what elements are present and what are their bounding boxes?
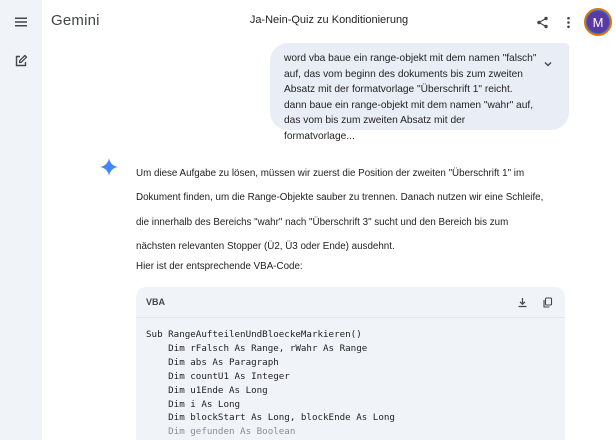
account-avatar[interactable]: M — [584, 8, 612, 36]
code-line: Dim countU1 As Integer — [146, 370, 290, 382]
code-line: Dim blockStart As Long, blockEnde As Lon… — [146, 412, 395, 424]
code-language-label: VBA — [146, 297, 166, 307]
top-bar: Gemini Ja-Nein-Quiz zu Konditionierung M — [42, 0, 616, 44]
gemini-spark-icon — [100, 158, 118, 176]
download-code-button[interactable] — [515, 295, 529, 309]
main-menu-button[interactable] — [9, 10, 33, 34]
response-line: Dokument finden, um die Range-Objekte sa… — [136, 192, 544, 204]
response-intro: Hier ist der entsprechende VBA-Code: — [136, 261, 303, 272]
user-message-line: Absatz mit der formatvorlage "Überschrif… — [284, 84, 513, 96]
code-line: Dim i As Long — [146, 398, 241, 410]
user-message-line: dann baue ein range-objekt mit dem namen… — [284, 99, 534, 111]
more-vert-icon — [566, 16, 570, 28]
code-block: VBA Sub RangeAufteilenUndBloeckeMarkiere… — [136, 287, 565, 440]
user-message-line: das vom bis zum zweiten Absatz mit der f… — [284, 115, 466, 142]
model-response: Um diese Aufgabe zu lösen, müssen wir zu… — [136, 162, 566, 272]
download-icon — [518, 297, 526, 307]
share-button[interactable] — [532, 12, 552, 32]
response-line: nächsten relevanten Stopper (Ü2, Ü3 oder… — [136, 241, 395, 253]
response-line: Um diese Aufgabe zu lösen, müssen wir zu… — [136, 168, 525, 179]
expand-message-button[interactable] — [541, 57, 555, 71]
code-block-header: VBA — [136, 287, 565, 317]
more-options-button[interactable] — [558, 12, 578, 32]
copy-code-button[interactable] — [540, 295, 554, 309]
user-message-line: auf, das vom beginn des dokuments bis zu… — [284, 68, 523, 80]
response-line: die innerhalb des Bereichs "wahr" nach "… — [136, 216, 509, 228]
user-message-text: word vba baue ein range-objekt mit dem n… — [284, 51, 537, 145]
code-content[interactable]: Sub RangeAufteilenUndBloeckeMarkieren() … — [136, 317, 565, 440]
code-line: Dim gefunden As Boolean — [146, 426, 296, 438]
conversation-title: Ja-Nein-Quiz zu Konditionierung — [249, 14, 409, 26]
chevron-down-icon — [544, 62, 552, 67]
user-message-line: word vba baue ein range-objekt mit dem n… — [284, 53, 537, 64]
code-line: Dim u1Ende As Long — [146, 384, 268, 396]
side-rail — [0, 0, 42, 440]
copy-icon — [542, 296, 552, 308]
share-icon — [536, 16, 548, 28]
response-paragraph: Um diese Aufgabe zu lösen, müssen wir zu… — [136, 162, 566, 260]
code-line: Sub RangeAufteilenUndBloeckeMarkieren() — [146, 329, 362, 340]
menu-icon — [15, 17, 27, 27]
new-chat-icon — [15, 54, 28, 67]
user-message: word vba baue ein range-objekt mit dem n… — [270, 43, 569, 142]
new-chat-button[interactable] — [9, 49, 33, 73]
code-line: Dim rFalsch As Range, rWahr As Range — [146, 342, 368, 354]
code-line: Dim abs As Paragraph — [146, 356, 279, 368]
